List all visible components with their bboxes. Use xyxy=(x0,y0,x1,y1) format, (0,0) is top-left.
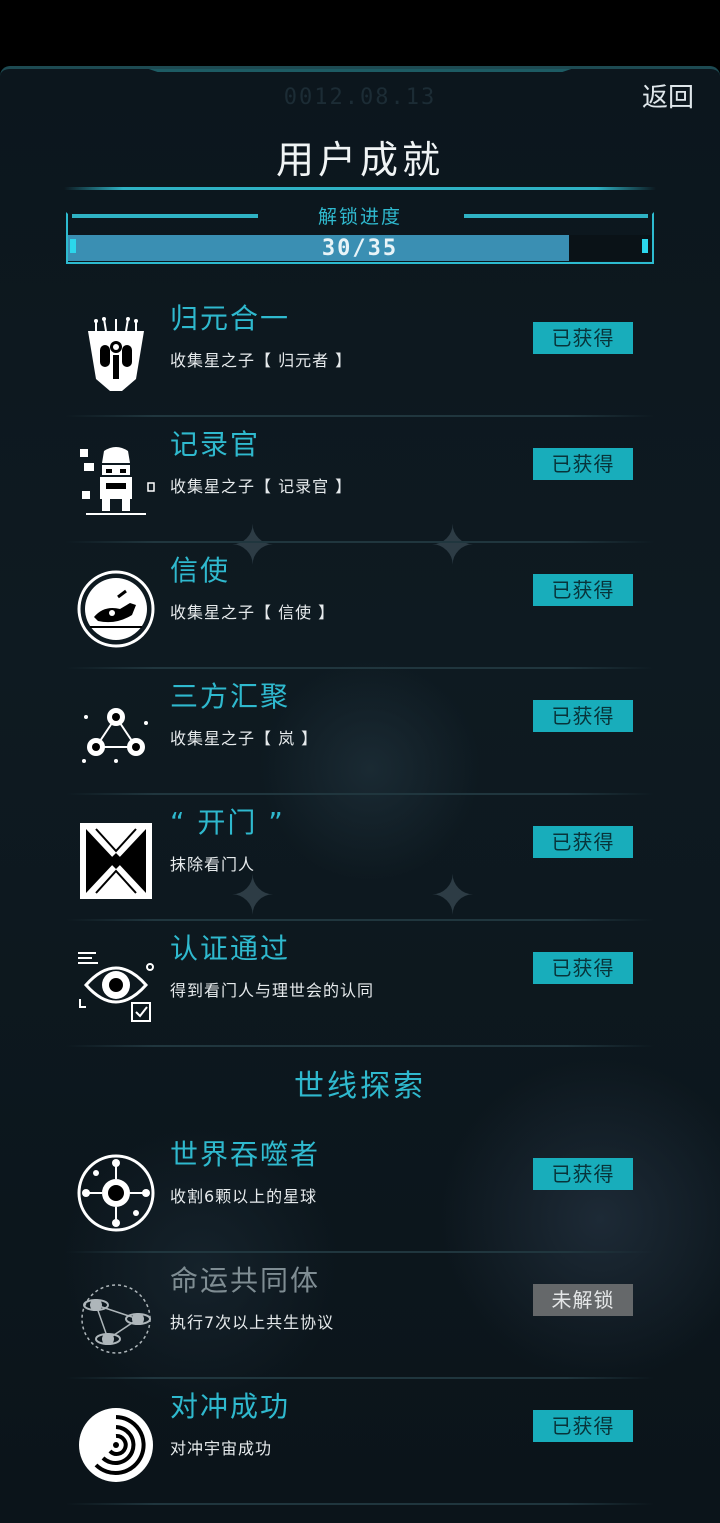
page-title: 用户成就 xyxy=(275,138,444,182)
achievement-desc: 对冲宇宙成功 xyxy=(170,1439,273,1458)
progress-count: 30/35 xyxy=(321,236,399,261)
eye-check-icon xyxy=(78,952,154,1022)
back-button[interactable]: 返回 xyxy=(642,77,694,114)
achievement-row[interactable]: 世界吞噬者 收割6颗以上的星球 已获得 xyxy=(0,1127,720,1253)
status-bar-area xyxy=(0,0,720,66)
achievement-row[interactable]: 对冲成功 对冲宇宙成功 已获得 xyxy=(0,1379,720,1505)
section-header: 世线探索 xyxy=(0,1047,720,1127)
world-devourer-icon xyxy=(77,1154,155,1232)
status-badge: 已获得 xyxy=(533,1158,633,1190)
achievement-title: 信使 xyxy=(170,554,231,587)
achievement-row[interactable]: 认证通过 得到看门人与理世会的认同 已获得 xyxy=(0,921,720,1047)
achievement-row[interactable]: 记录官 收集星之子【 记录官 】 已获得 xyxy=(0,417,720,543)
achievement-desc: 收割6颗以上的星球 xyxy=(170,1187,318,1206)
status-badge: 未解锁 xyxy=(533,1284,633,1316)
achievements-panel: ✦ ✦ ✦ ✦ 0012.08.13 返回 用户成就 解锁进度 30/35 归元… xyxy=(0,66,720,1523)
achievement-row[interactable]: 信使 收集星之子【 信使 】 已获得 xyxy=(0,543,720,669)
date-readout: 0012.08.13 xyxy=(283,85,437,110)
status-badge: 已获得 xyxy=(533,448,633,480)
door-icon xyxy=(80,823,152,899)
achievement-title: “ 开门 ” xyxy=(170,806,285,839)
spiral-icon xyxy=(79,1408,153,1482)
achievement-title: 归元合一 xyxy=(170,302,291,335)
achievement-desc: 收集星之子【 岚 】 xyxy=(170,729,319,748)
achievement-desc: 执行7次以上共生协议 xyxy=(170,1313,335,1332)
achievement-title: 世界吞噬者 xyxy=(170,1138,321,1171)
messenger-ship-icon xyxy=(77,570,155,648)
achievement-list: 归元合一 收集星之子【 归元者 】 已获得 记录官 收集星之子【 记录官 】 已… xyxy=(0,291,720,1505)
achievement-desc: 得到看门人与理世会的认同 xyxy=(170,981,375,1000)
achievement-title: 认证通过 xyxy=(170,932,291,965)
achievement-row[interactable]: 归元合一 收集星之子【 归元者 】 已获得 xyxy=(0,291,720,417)
section-title: 世线探索 xyxy=(294,1069,426,1104)
achievement-title: 命运共同体 xyxy=(170,1264,321,1297)
unlock-progress: 解锁进度 30/35 xyxy=(66,206,654,264)
status-badge: 已获得 xyxy=(533,826,633,858)
robot-mask-icon xyxy=(88,317,144,391)
achievement-title: 三方汇聚 xyxy=(170,680,291,713)
planets-orbit-icon xyxy=(81,1284,151,1354)
status-badge: 已获得 xyxy=(533,952,633,984)
achievement-title: 记录官 xyxy=(170,428,261,461)
progress-label: 解锁进度 xyxy=(317,206,402,228)
status-badge: 已获得 xyxy=(533,1410,633,1442)
achievement-row[interactable]: 命运共同体 执行7次以上共生协议 未解锁 xyxy=(0,1253,720,1379)
achievement-desc: 收集星之子【 信使 】 xyxy=(170,603,336,622)
recorder-figure-icon xyxy=(80,447,155,515)
achievement-title: 对冲成功 xyxy=(170,1390,291,1423)
status-badge: 已获得 xyxy=(533,700,633,732)
status-badge: 已获得 xyxy=(533,574,633,606)
achievement-row[interactable]: 三方汇聚 收集星之子【 岚 】 已获得 xyxy=(0,669,720,795)
title-divider xyxy=(64,187,656,190)
achievement-row[interactable]: “ 开门 ” 抹除看门人 已获得 xyxy=(0,795,720,921)
achievement-desc: 抹除看门人 xyxy=(170,855,256,874)
status-badge: 已获得 xyxy=(533,322,633,354)
achievement-desc: 收集星之子【 记录官 】 xyxy=(170,477,353,496)
achievement-desc: 收集星之子【 归元者 】 xyxy=(170,351,353,370)
three-nodes-icon xyxy=(82,708,148,763)
